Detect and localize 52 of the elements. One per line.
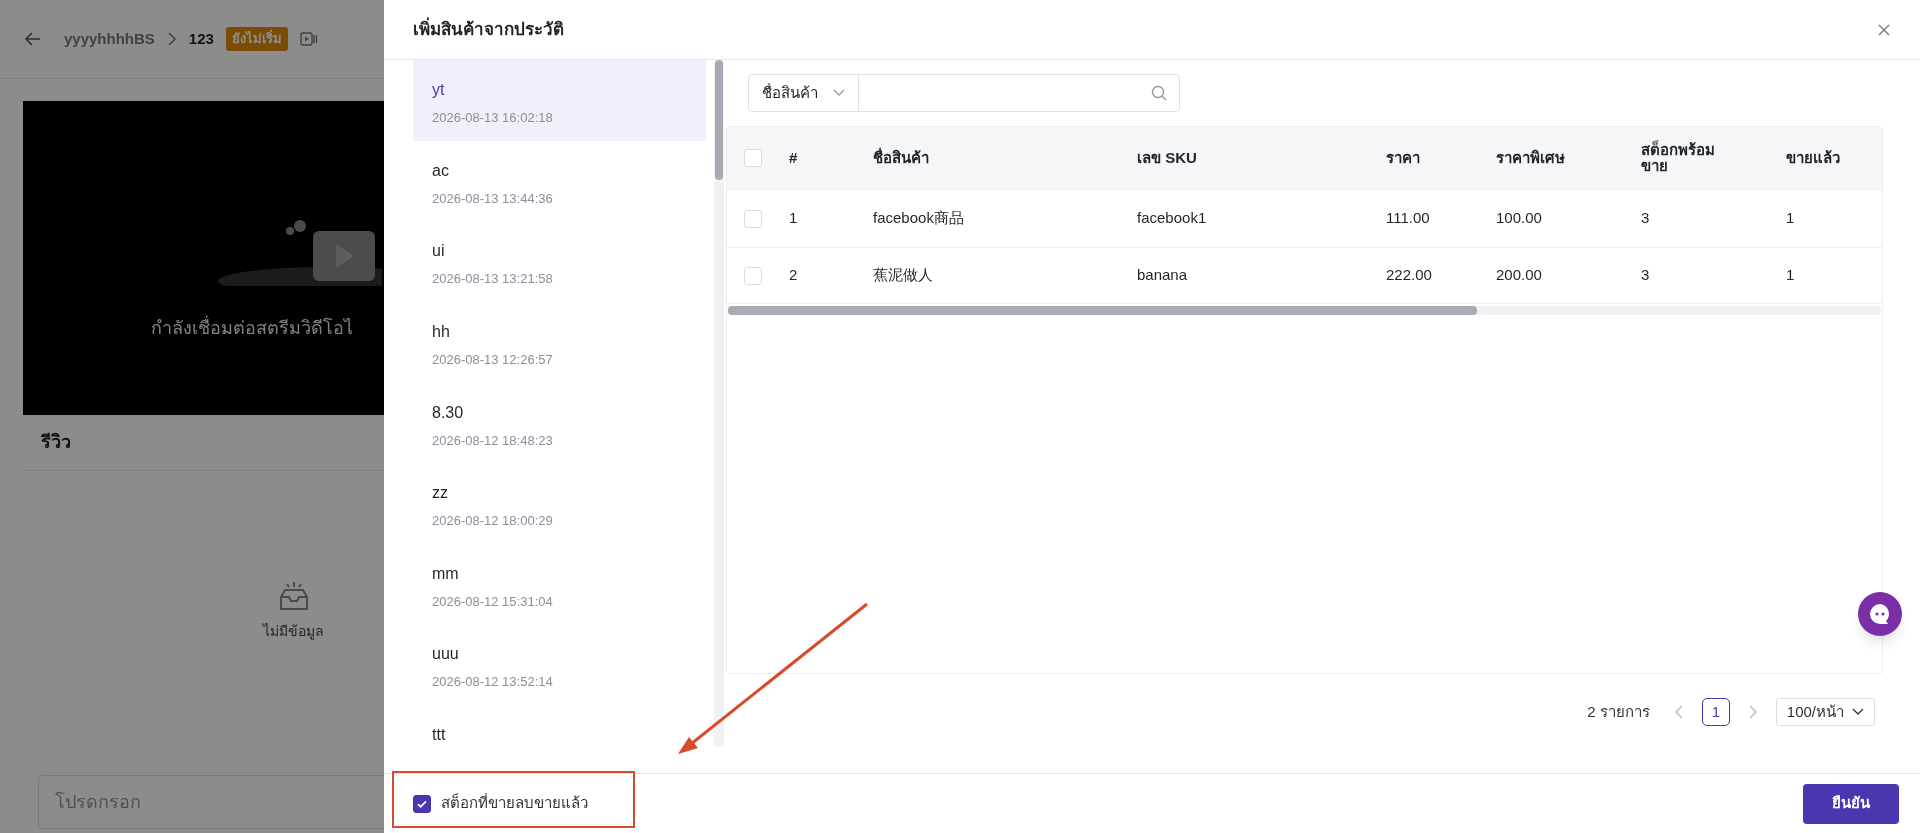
table-cell: facebook商品 — [873, 209, 964, 227]
comment-field[interactable]: โปรดกรอก — [38, 775, 384, 829]
table-cell: 111.00 — [1386, 209, 1430, 227]
empty-state-text: ไม่มีข้อมูล — [263, 622, 324, 642]
close-icon[interactable] — [1877, 22, 1891, 37]
table-cell: facebook1 — [1137, 209, 1207, 227]
page-title: 123 — [188, 28, 214, 49]
page-size-dropdown[interactable]: 100/หน้า — [1775, 698, 1875, 726]
history-item[interactable]: 8.30 2026-08-12 18:48:23 — [413, 382, 706, 464]
confirm-button[interactable]: ยืนยัน — [1803, 783, 1899, 824]
column-header: เลข SKU — [1137, 150, 1198, 166]
chevron-right-icon[interactable] — [1747, 705, 1758, 719]
scrollbar-thumb[interactable] — [728, 306, 1477, 315]
history-item[interactable]: yt 2026-08-13 16:02:18 — [413, 60, 706, 141]
status-badge: ยังไม่เริ่ม — [225, 27, 288, 51]
history-item[interactable]: ui 2026-08-13 13:21:58 — [413, 221, 706, 302]
table-cell: 3 — [1641, 266, 1650, 284]
chevron-down-icon — [1852, 708, 1864, 716]
table-cell: 3 — [1641, 209, 1650, 227]
history-item[interactable]: ttt — [413, 705, 706, 747]
back-arrow-icon[interactable] — [24, 30, 42, 48]
checkbox-label: สต็อกที่ขายลบขายแล้ว — [441, 792, 588, 814]
table-cell: 1 — [1786, 266, 1795, 284]
table-cell: 100.00 — [1496, 209, 1542, 227]
table-cell: 1 — [789, 209, 798, 227]
table-cell: 200.00 — [1496, 266, 1542, 284]
video-icon — [299, 31, 318, 47]
chat-bubble-icon — [1868, 602, 1892, 626]
history-item[interactable]: uuu 2026-08-12 13:52:14 — [413, 624, 706, 705]
chevron-right-icon — [166, 32, 177, 46]
checkbox[interactable] — [413, 794, 431, 813]
table-cell: banana — [1137, 266, 1188, 284]
history-item[interactable]: zz 2026-08-12 18:00:29 — [413, 463, 706, 544]
section-title: รีวิว — [41, 431, 71, 454]
status-message: กำลังเชื่อมต่อสตรีมวิดีโอไ — [151, 315, 353, 342]
page-button[interactable]: 1 — [1701, 698, 1730, 726]
column-header: ขายแล้ว — [1786, 150, 1841, 166]
scrollbar-thumb[interactable] — [715, 60, 723, 180]
history-item[interactable]: mm 2026-08-12 15:31:04 — [413, 543, 706, 625]
table-cell: 2 — [789, 266, 798, 284]
column-header: ราคาพิเศษ — [1496, 150, 1566, 166]
table-cell: 222.00 — [1386, 266, 1432, 284]
column-header: ราคา — [1386, 150, 1421, 166]
history-item[interactable]: hh 2026-08-13 12:26:57 — [413, 301, 706, 383]
column-header: # — [789, 150, 799, 166]
table-cell: 1 — [1786, 209, 1795, 227]
table-cell: 蕉泥做人 — [873, 266, 933, 284]
chevron-left-icon[interactable] — [1673, 705, 1684, 719]
column-header: สต็อกพร้อมขาย — [1641, 142, 1716, 174]
total-count: 2 รายการ — [1587, 701, 1650, 722]
history-item[interactable]: ac 2026-08-13 13:44:36 — [413, 140, 706, 222]
dialog-title: เพิ่มสินค้าจากประวัติ — [413, 16, 564, 41]
